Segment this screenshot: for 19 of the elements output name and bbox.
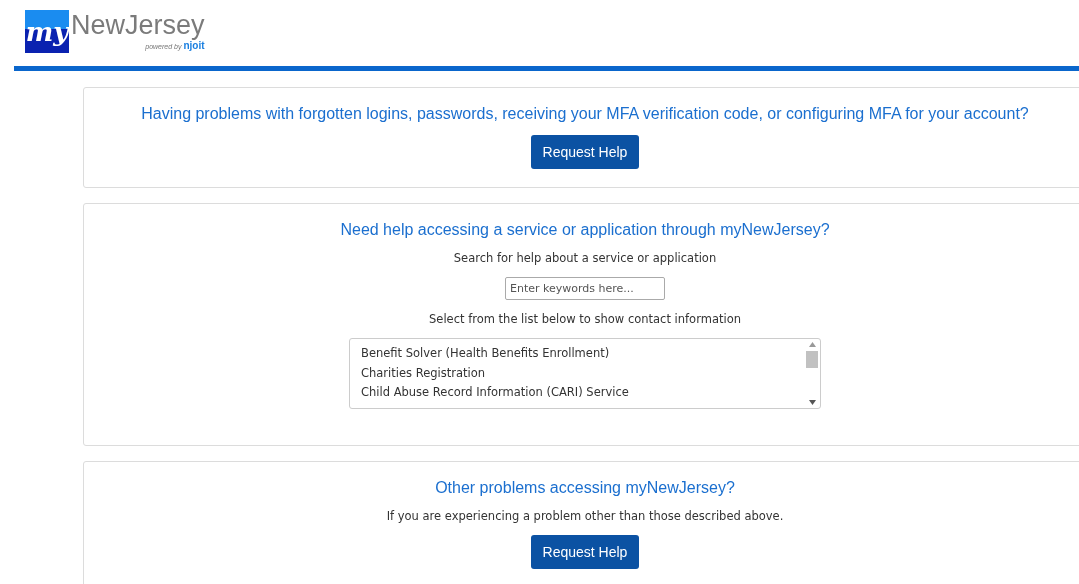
- section-heading: Need help accessing a service or application through myNewJersey?: [340, 221, 830, 239]
- request-help-button[interactable]: Request Help: [530, 535, 640, 569]
- list-label: Select from the list below to show contact information: [429, 312, 741, 326]
- section-heading: Having problems with forgotten logins, passwords, receiving your MFA verification code, or configuring MFA for your account?: [141, 105, 1029, 123]
- service-option[interactable]: Charities Registration: [361, 363, 793, 383]
- scroll-down-icon[interactable]: [808, 400, 816, 405]
- service-option[interactable]: Child Abuse Record Information (CARI) Service: [361, 383, 793, 403]
- logo-badge: my: [25, 10, 69, 53]
- scroll-up-icon[interactable]: [808, 342, 816, 347]
- section-heading: Other problems accessing myNewJersey?: [435, 479, 735, 497]
- service-option[interactable]: Benefit Solver (Health Benefits Enrollment): [361, 344, 793, 364]
- section-note: If you are experiencing a problem other than those described above.: [386, 509, 784, 523]
- search-field[interactable]: Enter keywords here...: [505, 277, 665, 300]
- request-help-button[interactable]: Request Help: [530, 135, 640, 169]
- search-label: Search for help about a service or application: [453, 251, 717, 265]
- scrollbar-thumb[interactable]: [806, 351, 818, 368]
- logo-name: NewJersey: [71, 10, 205, 40]
- brand-text: njoit: [183, 40, 205, 51]
- service-listbox[interactable]: Benefit Solver (Health Benefits Enrollment) Charities Registration Child Abuse Record Information (CARI) Service: [349, 338, 821, 409]
